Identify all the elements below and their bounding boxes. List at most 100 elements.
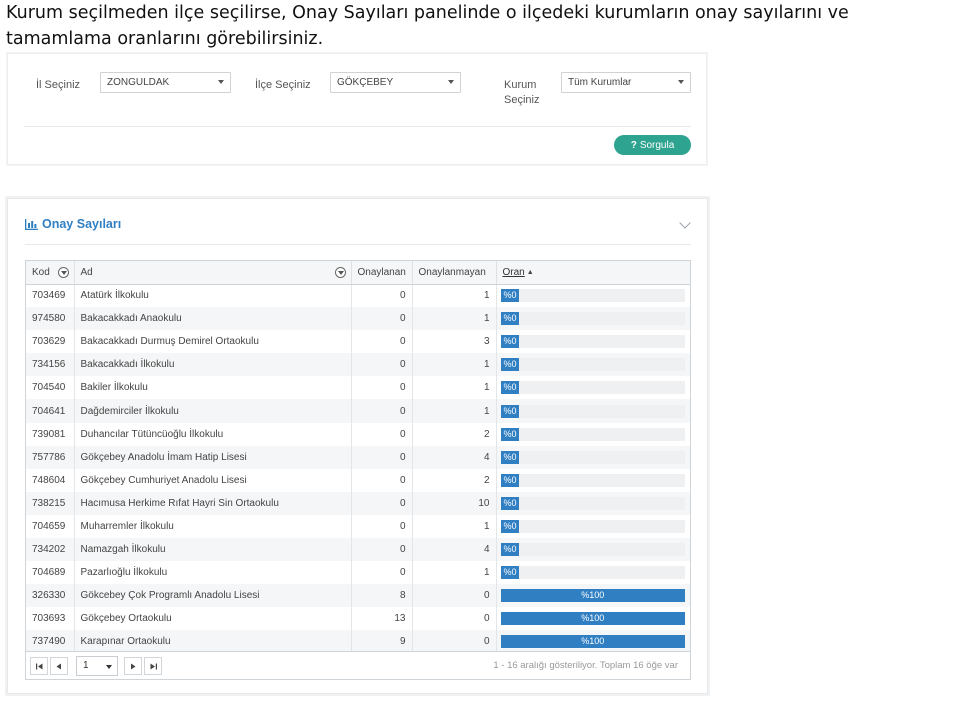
cell-onaylanmayan: 1 bbox=[412, 561, 497, 585]
col-header-ad[interactable]: Ad bbox=[74, 261, 352, 285]
table-row[interactable]: 748604 Gökçebey Cumhuriyet Anadolu Lisesi… bbox=[26, 468, 690, 492]
il-label: İl Seçiniz bbox=[36, 79, 81, 91]
oran-progress-bar: %0 bbox=[500, 450, 685, 464]
filter-icon[interactable] bbox=[334, 267, 346, 278]
cell-onaylanmayan: 0 bbox=[412, 607, 497, 631]
cell-oran: %0 bbox=[496, 284, 690, 307]
table-row[interactable]: 734202 Namazgah İlkokulu 0 4 %0 bbox=[26, 538, 690, 562]
cell-oran: %0 bbox=[496, 307, 690, 331]
table-row[interactable]: 704641 Dağdemirciler İlkokulu 0 1 %0 bbox=[26, 399, 690, 423]
prev-page-icon[interactable] bbox=[50, 657, 68, 675]
cell-oran: %0 bbox=[496, 445, 690, 469]
cell-onaylanmayan: 1 bbox=[412, 307, 497, 331]
table-row[interactable]: 703469 Atatürk İlkokulu 0 1 %0 bbox=[26, 284, 690, 308]
col-oran-label[interactable]: Oran bbox=[503, 267, 525, 278]
oran-label: %0 bbox=[503, 313, 517, 324]
oran-progress-bar: %0 bbox=[500, 358, 685, 372]
table-row[interactable]: 703693 Gökçebey Ortaokulu 13 0 %100 bbox=[26, 607, 690, 631]
cell-kod: 734156 bbox=[26, 353, 75, 377]
col-header-kod[interactable]: Kod bbox=[26, 261, 75, 285]
table-row[interactable]: 757786 Gökçebey Anadolu İmam Hatip Lisesi… bbox=[26, 445, 690, 469]
table-row[interactable]: 704540 Bakiler İlkokulu 0 1 %0 bbox=[26, 376, 690, 400]
cell-oran: %0 bbox=[496, 515, 690, 538]
table-row[interactable]: 704659 Muharremler İlkokulu 0 1 %0 bbox=[26, 514, 690, 539]
cell-ad: Bakacakkadı Anaokulu bbox=[74, 307, 352, 331]
cell-onaylanmayan: 2 bbox=[412, 468, 497, 492]
table-row[interactable]: 974580 Bakacakkadı Anaokulu 0 1 %0 bbox=[26, 307, 690, 331]
cell-kod: 738215 bbox=[26, 491, 75, 515]
table-row[interactable]: 734156 Bakacakkadı İlkokulu 0 1 %0 bbox=[26, 353, 690, 377]
table-header-row: Kod Ad Onaylanan Onaylanmayan Oran ▲ bbox=[26, 261, 690, 285]
oran-label: %0 bbox=[503, 336, 517, 347]
col-header-onaylanmayan[interactable]: Onaylanmayan bbox=[412, 261, 497, 285]
table-row[interactable]: 704689 Pazarlıoğlu İlkokulu 0 1 %0 bbox=[26, 561, 690, 585]
cell-onaylanmayan: 10 bbox=[412, 491, 497, 515]
first-page-icon[interactable] bbox=[30, 657, 48, 675]
ilce-select[interactable]: GÖKÇEBEY bbox=[330, 72, 461, 93]
cell-oran: %0 bbox=[496, 561, 690, 584]
cell-ad: Hacımusa Herkime Rıfat Hayri Sin Ortaoku… bbox=[74, 491, 352, 515]
table-row[interactable]: 739081 Duhancılar Tütüncüoğlu İlkokulu 0 2%… bbox=[26, 422, 690, 446]
cell-kod: 704689 bbox=[26, 561, 75, 585]
filter-divider bbox=[24, 126, 691, 127]
cell-kod: 703629 bbox=[26, 330, 75, 354]
cell-kod: 734202 bbox=[26, 538, 75, 562]
cell-ad: Bakiler İlkokulu bbox=[74, 376, 352, 400]
next-page-icon[interactable] bbox=[124, 657, 142, 675]
oran-label: %0 bbox=[503, 382, 517, 393]
filter-icon[interactable] bbox=[57, 267, 69, 278]
onay-table: Kod Ad Onaylanan Onaylanmayan Oran ▲ 703… bbox=[26, 261, 690, 654]
il-select[interactable]: ZONGULDAK bbox=[100, 72, 231, 93]
cell-ad: Gökçebey Cumhuriyet Anadolu Lisesi bbox=[74, 468, 352, 492]
cell-onaylanmayan: 3 bbox=[412, 330, 497, 354]
kurum-select[interactable]: Tüm Kurumlar bbox=[561, 72, 691, 93]
cell-kod: 703469 bbox=[26, 284, 75, 308]
panel-header: Onay Sayıları bbox=[25, 217, 121, 231]
table-row[interactable]: 738215 Hacımusa Herkime Rıfat Hayri Sin O… bbox=[26, 491, 690, 515]
kurum-label-line2: Seçiniz bbox=[504, 94, 540, 106]
col-header-onaylanan[interactable]: Onaylanan bbox=[351, 261, 413, 285]
page-select[interactable]: 1 bbox=[76, 656, 118, 676]
cell-onaylanmayan: 1 bbox=[412, 376, 497, 400]
bar-chart-icon bbox=[25, 218, 38, 230]
table-row[interactable]: 703629 Bakacakkadı Durmuş Demirel Ortaoku… bbox=[26, 330, 690, 354]
cell-kod: 704641 bbox=[26, 399, 75, 423]
oran-progress-bar: %0 bbox=[500, 566, 685, 580]
last-page-icon[interactable] bbox=[144, 657, 162, 675]
col-onaylanan-label: Onaylanan bbox=[357, 266, 406, 278]
cell-ad: Gökcebey Çok Programlı Anadolu Lisesi bbox=[74, 584, 352, 608]
kurum-label-line1: Kurum bbox=[504, 79, 537, 91]
oran-label: %0 bbox=[503, 544, 517, 555]
col-header-oran[interactable]: Oran ▲ bbox=[496, 261, 690, 285]
oran-progress-bar: %0 bbox=[500, 543, 685, 557]
table-body: 703469 Atatürk İlkokulu 0 1 %0 974580 Bakacakk… bbox=[26, 284, 690, 654]
chevron-down-icon bbox=[448, 80, 454, 84]
sorgula-button[interactable]: ? Sorgula bbox=[614, 135, 691, 155]
onay-sayilari-panel: Onay Sayıları Kod Ad Onaylanan Onaylanma… bbox=[7, 198, 708, 694]
cell-onaylanan: 0 bbox=[351, 307, 413, 331]
cell-ad: Atatürk İlkokulu bbox=[74, 284, 352, 308]
oran-progress-bar: %100 bbox=[500, 612, 685, 626]
filter-panel: İl Seçiniz ZONGULDAK İlçe Seçiniz GÖKÇEB… bbox=[7, 53, 707, 165]
table-row[interactable]: 326330 Gökcebey Çok Programlı Anadolu Lis… bbox=[26, 584, 690, 608]
cell-ad: Pazarlıoğlu İlkokulu bbox=[74, 561, 352, 585]
pager: 1 1 - 16 aralığı gösteriliyor. Toplam 16… bbox=[26, 651, 690, 679]
oran-progress-bar: %0 bbox=[500, 519, 685, 533]
kurum-select-value: Tüm Kurumlar bbox=[568, 77, 632, 88]
oran-label: %0 bbox=[503, 428, 517, 439]
col-kod-label: Kod bbox=[32, 266, 50, 278]
oran-label: %0 bbox=[503, 405, 517, 416]
cell-onaylanmayan: 1 bbox=[412, 284, 497, 308]
cell-onaylanan: 0 bbox=[351, 538, 413, 562]
sort-asc-icon: ▲ bbox=[526, 268, 534, 276]
cell-onaylanan: 0 bbox=[351, 399, 413, 423]
cell-kod: 704659 bbox=[26, 514, 75, 539]
ilce-label: İlçe Seçiniz bbox=[255, 79, 311, 91]
cell-onaylanan: 0 bbox=[351, 491, 413, 515]
oran-label: %0 bbox=[503, 474, 517, 485]
cell-onaylanan: 0 bbox=[351, 376, 413, 400]
cell-oran: %0 bbox=[496, 353, 690, 377]
collapse-chevron-icon[interactable] bbox=[679, 217, 691, 229]
cell-onaylanmayan: 4 bbox=[412, 538, 497, 562]
cell-oran: %0 bbox=[496, 469, 690, 492]
